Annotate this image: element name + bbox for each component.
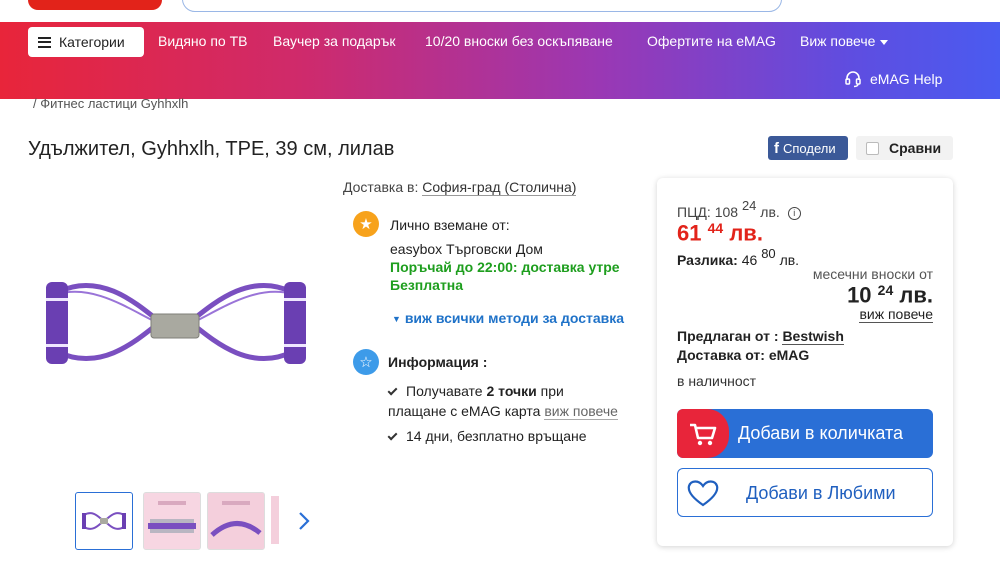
thumbnail-3[interactable] (207, 492, 265, 550)
price-dec: 44 (707, 220, 724, 236)
diff-cur: лв. (779, 252, 800, 269)
delivery-to-label: Доставка в: (343, 179, 419, 195)
compare-checkbox[interactable] (866, 141, 879, 155)
emag-logo[interactable] (28, 0, 162, 10)
headset-icon (845, 71, 861, 88)
pcd-price: ПЦД: 108 24 лв. i (677, 198, 801, 220)
points-line: Получавате 2 точки при (387, 383, 564, 399)
top-strip (0, 0, 1000, 22)
all-delivery-methods-link[interactable]: ▼ виж всички методи за доставка (392, 310, 624, 326)
menu-icon (38, 36, 51, 48)
thumbnail-4[interactable] (271, 492, 279, 550)
points-suffix: при (536, 383, 564, 399)
thumbnail-1[interactable] (75, 492, 133, 550)
seller-label: Предлаган от : (677, 328, 779, 344)
availability: в наличност (677, 373, 757, 389)
monthly-int: 10 (847, 282, 872, 308)
price-cur: лв. (729, 220, 763, 246)
add-to-favorites-button[interactable]: Добави в Любими (677, 468, 933, 517)
pcd-label: ПЦД: (677, 204, 711, 221)
points-bold: 2 точки (486, 383, 537, 399)
price-difference: Разлика: 46 80 лв. (677, 246, 799, 268)
add-to-cart-button[interactable]: Добави в количката (677, 409, 933, 458)
nav-item-more[interactable]: Виж повече (800, 33, 889, 49)
pickup-place: easybox Търговски Дом (390, 241, 543, 257)
breadcrumb[interactable]: / Фитнес ластици Gyhhxlh (33, 96, 188, 110)
buy-box: ПЦД: 108 24 лв. i 61 44 лв. Разлика: 46 … (657, 178, 953, 546)
nav-item-installments[interactable]: 10/20 вноски без оскъпяване (425, 33, 613, 49)
nav-item-tv[interactable]: Видяно по ТВ (158, 33, 247, 49)
pickup-free: Безплатна (390, 277, 464, 293)
monthly-label: месечни вноски от (812, 266, 933, 282)
points-line2-text: плащане с eMAG карта (388, 403, 541, 419)
points-prefix: Получавате (406, 383, 487, 399)
all-methods-label: виж всички методи за доставка (404, 310, 625, 326)
categories-label: Категории (59, 34, 125, 50)
check-icon (387, 385, 398, 396)
share-label: Сподели (783, 140, 836, 156)
current-price: 61 44 лв. (677, 220, 763, 247)
price-int: 61 (677, 220, 702, 246)
returns-text: 14 дни, безплатно връщане (406, 428, 587, 444)
caret-down-icon: ▼ (392, 314, 401, 324)
help-link[interactable]: eMAG Help (844, 70, 942, 88)
add-to-favorites-label: Добави в Любими (746, 483, 896, 503)
points-more-link[interactable]: виж повече (544, 403, 618, 420)
categories-button[interactable]: Категории (28, 27, 144, 57)
search-input[interactable] (182, 0, 782, 12)
star-icon: ★ (353, 211, 379, 237)
monthly-dec: 24 (877, 282, 894, 298)
thumbnail-2[interactable] (143, 492, 201, 550)
seller-link[interactable]: Bestwish (782, 328, 844, 345)
delivered-by: Доставка от: eMAG (677, 347, 810, 363)
heart-icon (687, 480, 719, 507)
info-icon[interactable]: i (787, 206, 801, 220)
points-line-2: плащане с eMAG карта виж повече (388, 403, 618, 420)
pcd-dec: 24 (741, 198, 757, 213)
product-image[interactable] (40, 262, 310, 382)
share-button[interactable]: f Сподели (768, 136, 848, 160)
pickup-title: Лично вземане от: (390, 217, 510, 233)
cart-icon (677, 409, 729, 458)
nav-bar: Категории Видяно по ТВ Ваучер за подарък… (0, 22, 1000, 99)
diff-int: 46 (741, 252, 758, 269)
delivery-location-link[interactable]: София-град (Столична) (422, 179, 577, 196)
add-to-cart-label: Добави в количката (738, 423, 904, 443)
monthly-price: 10 24 лв. (847, 282, 933, 309)
compare-label: Сравни (889, 140, 942, 156)
nav-more-label: Виж повече (800, 33, 876, 49)
nav-item-offers[interactable]: Офертите на eMAG (647, 33, 776, 49)
chevron-down-icon (880, 39, 889, 45)
compare-button[interactable]: Сравни (856, 136, 953, 160)
seller-line: Предлаган от : Bestwish (677, 328, 844, 345)
chevron-right-icon[interactable] (292, 509, 316, 533)
check-icon (387, 430, 398, 441)
diff-label: Разлика: (677, 252, 738, 269)
help-label: eMAG Help (870, 71, 943, 87)
nav-item-voucher[interactable]: Ваучер за подарък (273, 33, 396, 49)
page-title: Удължител, Gyhhxlh, TPE, 39 см, лилав (28, 138, 395, 160)
facebook-icon: f (774, 139, 779, 157)
monthly-cur: лв. (899, 282, 933, 308)
monthly-more-link[interactable]: виж повече (859, 306, 933, 323)
diff-dec: 80 (761, 246, 776, 261)
delivery-location: Доставка в: София-град (Столична) (343, 179, 577, 196)
info-title: Информация : (388, 354, 488, 370)
pickup-deadline: Поръчай до 22:00: доставка утре (390, 259, 620, 275)
returns-line: 14 дни, безплатно връщане (387, 428, 587, 444)
pcd-int: 108 (714, 204, 739, 221)
pcd-cur: лв. (760, 204, 780, 221)
star-outline-icon: ☆ (353, 349, 379, 375)
